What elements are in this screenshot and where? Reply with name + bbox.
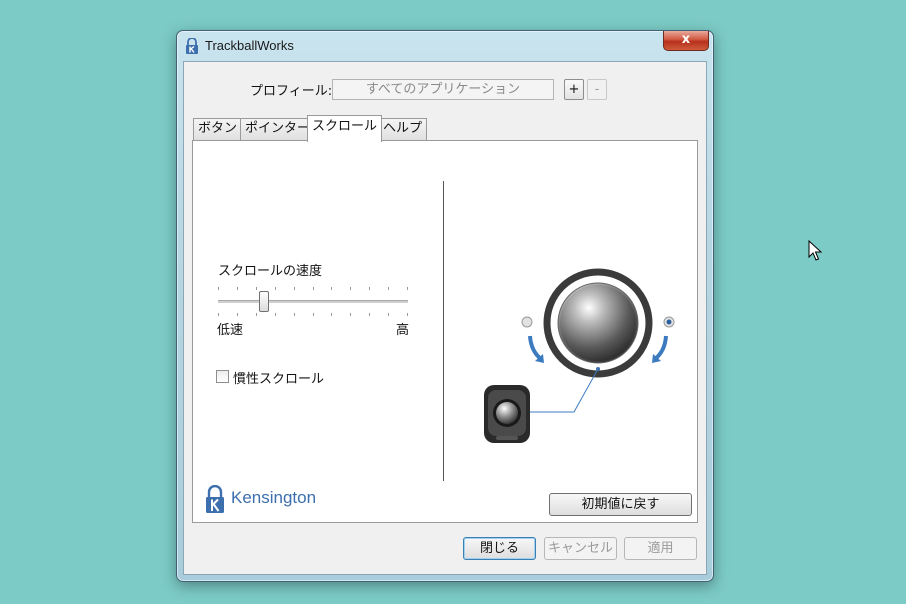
scroll-panel: スクロールの速度 低速 高 慣性スクロール Kensington 初期値に戻す bbox=[192, 140, 698, 523]
mouse-cursor-icon bbox=[808, 240, 822, 261]
slider-tick bbox=[294, 313, 295, 316]
slider-tick bbox=[388, 313, 389, 316]
remove-profile-button[interactable]: - bbox=[587, 79, 607, 100]
kensington-app-icon bbox=[186, 38, 198, 54]
kensington-logo-icon bbox=[206, 485, 224, 513]
slow-label: 低速 bbox=[217, 323, 244, 338]
profile-label: プロフィール: bbox=[250, 84, 333, 99]
slider-tick bbox=[218, 313, 219, 316]
slider-tick bbox=[313, 287, 314, 290]
window-title: TrackballWorks bbox=[205, 38, 294, 53]
left-direction-radio bbox=[521, 316, 533, 328]
right-rotate-arrow-icon bbox=[653, 335, 668, 361]
inertia-scroll-checkbox[interactable] bbox=[216, 370, 229, 383]
trackball-device-icon bbox=[484, 385, 530, 443]
cancel-button[interactable]: キャンセル bbox=[544, 537, 617, 560]
trackballworks-window: TrackballWorks x プロフィール: すべてのアプリケーション + … bbox=[176, 30, 714, 582]
slider-tick bbox=[294, 287, 295, 290]
apply-button[interactable]: 適用 bbox=[624, 537, 697, 560]
slider-tick bbox=[331, 287, 332, 290]
slider-thumb[interactable] bbox=[259, 291, 269, 312]
slider-tick bbox=[256, 313, 257, 316]
tab-scroll[interactable]: スクロール bbox=[307, 115, 383, 142]
slider-tick bbox=[275, 313, 276, 316]
trackball-scroll-illustration bbox=[484, 268, 675, 443]
panel-divider bbox=[443, 181, 444, 481]
scroll-speed-slider[interactable] bbox=[218, 279, 408, 319]
slider-tick bbox=[350, 313, 351, 316]
tab-pointer[interactable]: ポインター bbox=[240, 118, 316, 140]
slider-tick bbox=[331, 313, 332, 316]
inertia-scroll-label[interactable]: 慣性スクロール bbox=[233, 368, 324, 387]
slider-tick bbox=[369, 287, 370, 290]
profile-select[interactable]: すべてのアプリケーション bbox=[332, 79, 554, 100]
slider-tick bbox=[237, 313, 238, 316]
slider-tick bbox=[407, 313, 408, 316]
title-bar[interactable]: TrackballWorks x bbox=[177, 31, 713, 61]
scroll-speed-title: スクロールの速度 bbox=[218, 264, 323, 279]
close-button[interactable]: 閉じる bbox=[463, 537, 536, 560]
slider-tick bbox=[369, 313, 370, 316]
client-area: プロフィール: すべてのアプリケーション + - ボタン ポインター スクロール… bbox=[183, 61, 707, 575]
fast-label: 高 bbox=[396, 323, 410, 338]
slider-tick bbox=[256, 287, 257, 290]
reset-defaults-button[interactable]: 初期値に戻す bbox=[549, 493, 692, 516]
tab-help[interactable]: ヘルプ bbox=[378, 118, 428, 140]
slider-track[interactable] bbox=[218, 300, 408, 303]
kensington-logo-text: Kensington bbox=[231, 488, 317, 507]
slider-tick bbox=[218, 287, 219, 290]
slider-tick bbox=[388, 287, 389, 290]
slider-tick bbox=[407, 287, 408, 290]
add-profile-button[interactable]: + bbox=[564, 79, 584, 100]
slider-tick bbox=[275, 287, 276, 290]
left-rotate-arrow-icon bbox=[528, 335, 543, 361]
slider-tick bbox=[350, 287, 351, 290]
tab-buttons[interactable]: ボタン bbox=[193, 118, 243, 140]
close-window-button[interactable]: x bbox=[663, 31, 709, 51]
slider-tick bbox=[237, 287, 238, 290]
slider-tick bbox=[313, 313, 314, 316]
